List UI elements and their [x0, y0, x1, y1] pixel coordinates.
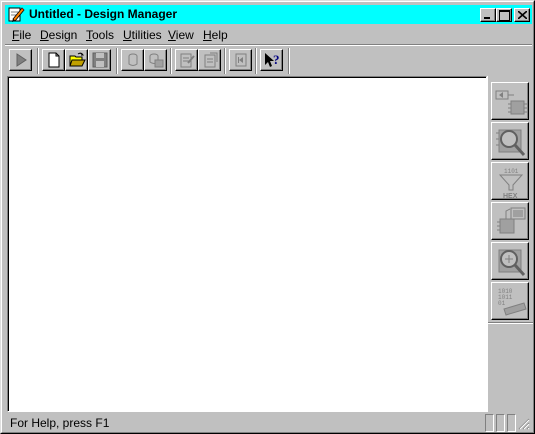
toolbar: ?: [5, 46, 532, 76]
document-copy-button[interactable]: [198, 49, 221, 71]
hex-filter-button[interactable]: 1101 HEX: [491, 162, 529, 200]
hex-filter-icon: 1101 HEX: [498, 168, 524, 199]
tool-panel: 1101 HEX 1010 1011 01: [487, 76, 533, 412]
title-bar[interactable]: Untitled - Design Manager: [5, 5, 532, 24]
simulation-icon: [496, 129, 526, 157]
main-window: Untitled - Design Manager File Design To…: [0, 0, 535, 434]
chip-monitor-icon: [497, 207, 526, 234]
toolbar-separator: [255, 48, 257, 74]
menu-design[interactable]: Design: [40, 28, 77, 42]
window-title: Untitled - Design Manager: [29, 7, 178, 21]
tool-panel-divider: [488, 322, 533, 324]
chip-monitor-button[interactable]: [491, 202, 529, 240]
menu-label: tilities: [131, 28, 162, 42]
chip-inspect-icon: [498, 249, 526, 277]
document-edit-icon: [180, 53, 195, 68]
binary-program-icon: 1010 1011 01: [498, 288, 527, 316]
save-icon: [92, 52, 108, 68]
status-pane: [496, 414, 505, 432]
toolbar-separator: [37, 48, 39, 74]
status-bar: For Help, press F1: [5, 413, 532, 433]
toolbar-separator: [288, 48, 290, 74]
menu-tools[interactable]: Tools: [86, 28, 114, 42]
simulation-button[interactable]: [491, 122, 529, 160]
menu-label: esign: [48, 28, 78, 42]
svg-text:01: 01: [498, 300, 506, 307]
cylinder-stack-button[interactable]: [144, 49, 167, 71]
design-entry-button[interactable]: [491, 82, 529, 120]
menu-help[interactable]: Help: [203, 28, 228, 42]
chip-inspect-button[interactable]: [491, 242, 529, 280]
menu-label: ile: [19, 28, 32, 42]
status-text: For Help, press F1: [10, 416, 110, 430]
pencil-icon[interactable]: [8, 6, 25, 23]
open-folder-icon: [69, 52, 86, 67]
toolbar-separator: [170, 48, 172, 74]
toolbar-separator: [224, 48, 226, 74]
rewind-button[interactable]: [229, 49, 252, 71]
menu-label: ools: [92, 28, 115, 42]
context-help-button[interactable]: ?: [260, 49, 283, 71]
new-file-icon: [48, 52, 60, 68]
menu-accelerator: D: [40, 28, 49, 42]
new-file-button[interactable]: [42, 49, 65, 71]
close-icon: [518, 11, 527, 19]
minimize-button[interactable]: [480, 8, 496, 22]
document-copy-icon: [204, 52, 218, 68]
open-button[interactable]: [65, 49, 88, 71]
cylinder-stack-icon: [149, 53, 164, 68]
toolbar-separator: [116, 48, 118, 74]
menu-accelerator: H: [203, 28, 212, 42]
menu-label: iew: [175, 28, 194, 42]
document-edit-button[interactable]: [175, 49, 198, 71]
close-button[interactable]: [514, 8, 530, 22]
menu-file[interactable]: File: [12, 28, 31, 42]
workspace[interactable]: [7, 76, 487, 412]
run-button[interactable]: [9, 49, 32, 71]
design-entry-icon: [495, 90, 527, 115]
svg-text:1101: 1101: [504, 168, 519, 175]
context-help-icon: ?: [265, 52, 280, 67]
binary-program-button[interactable]: 1010 1011 01: [491, 282, 529, 320]
menu-accelerator: V: [168, 28, 176, 42]
svg-text:HEX: HEX: [503, 193, 518, 199]
menu-label: elp: [211, 28, 228, 42]
cylinder-icon: [128, 53, 138, 66]
run-icon: [16, 53, 27, 67]
workspace-frame: [8, 77, 486, 411]
rewind-icon: [235, 53, 247, 67]
menu-view[interactable]: View: [168, 28, 194, 42]
menu-accelerator: U: [123, 28, 132, 42]
menu-utilities[interactable]: Utilities: [123, 28, 162, 42]
svg-text:?: ?: [273, 52, 280, 67]
cylinder-button[interactable]: [121, 49, 144, 71]
resize-grip-icon[interactable]: [518, 418, 530, 430]
save-button[interactable]: [88, 49, 111, 71]
menu-bar: File Design Tools Utilities View Help: [5, 25, 532, 44]
status-pane: [485, 414, 494, 432]
maximize-button[interactable]: [496, 8, 512, 22]
status-pane: [507, 414, 516, 432]
